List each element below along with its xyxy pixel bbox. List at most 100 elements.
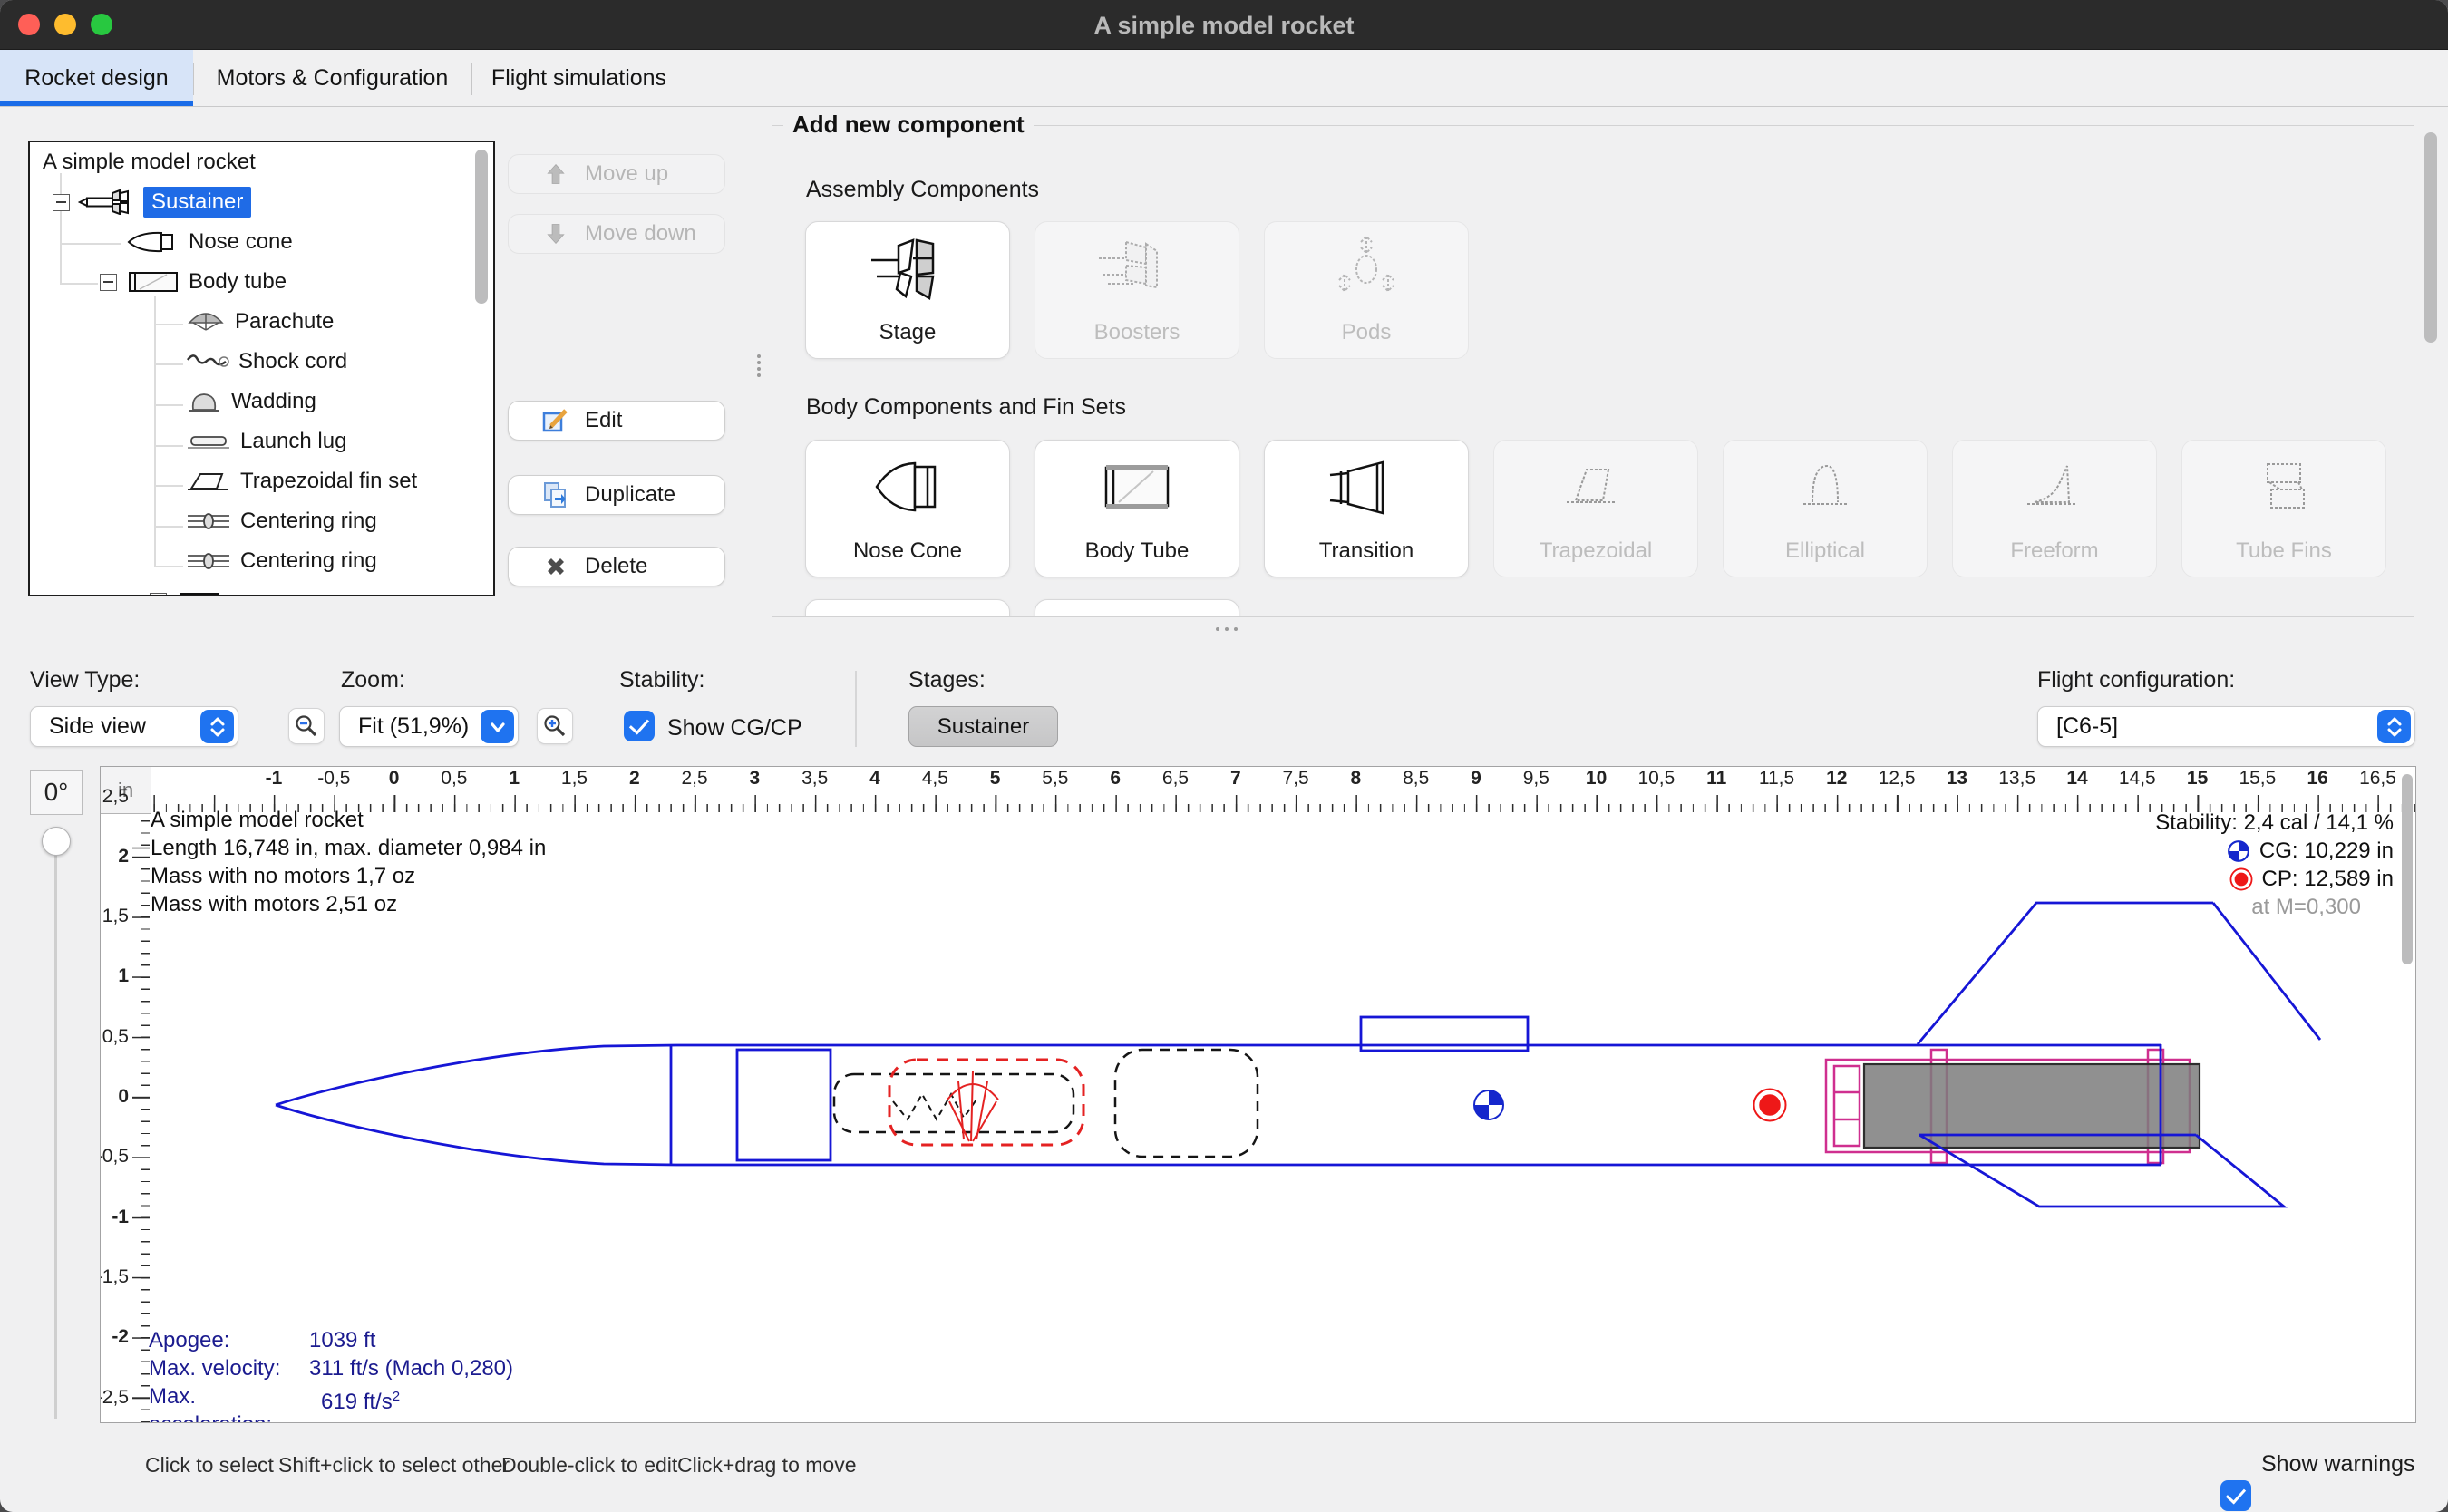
stage-sustainer-toggle[interactable]: Sustainer: [908, 706, 1058, 747]
body-components-heading: Body Components and Fin Sets: [806, 394, 1126, 421]
add-tube-fins-button[interactable]: Tube Fins: [2181, 440, 2386, 577]
expand-toggle-icon[interactable]: [150, 593, 167, 597]
tree-item-wadding[interactable]: Wadding: [30, 382, 493, 422]
component-button-label: Body Tube: [1085, 538, 1190, 564]
tree-scrollbar[interactable]: [475, 150, 488, 304]
tab-rocket-design[interactable]: Rocket design: [0, 50, 193, 106]
button-label: Edit: [585, 408, 622, 433]
delete-button[interactable]: Delete: [508, 547, 725, 586]
shock-cord-line: [893, 1094, 976, 1119]
edit-pencil-icon: [541, 406, 570, 435]
zoom-in-button[interactable]: [537, 708, 573, 744]
tree-item-label: Centering ring: [240, 548, 377, 574]
duplicate-pages-icon: [541, 480, 570, 509]
component-button-label: Tube Fins: [2236, 538, 2332, 564]
tab-label: Motors & Configuration: [217, 65, 449, 92]
launch-lug-icon: [186, 431, 231, 451]
move-up-button[interactable]: Move up: [508, 154, 725, 194]
cg-line: CG: 10,229 in: [2155, 837, 2394, 865]
tree-item-trapezoidal-fin-set[interactable]: Trapezoidal fin set: [30, 461, 493, 501]
add-freeform-button[interactable]: Freeform: [1952, 440, 2157, 577]
airframe-outline: [276, 903, 2320, 1207]
rocket-dimensions-line: Length 16,748 in, max. diameter 0,984 in: [151, 834, 546, 862]
tree-item-parachute[interactable]: Parachute: [30, 302, 493, 342]
window-scrollbar[interactable]: [2424, 132, 2437, 343]
view-type-select[interactable]: Side view: [30, 706, 238, 747]
tree-item-label: Body tube: [189, 269, 287, 295]
chevron-up-down-icon: [2377, 710, 2411, 743]
rocket-canvas[interactable]: in -1-0,500,511,522,533,544,555,566,577,…: [100, 766, 2416, 1423]
delete-x-icon: [541, 552, 570, 581]
component-button-label: Stage: [879, 320, 937, 345]
add-component-button-clipped[interactable]: [805, 599, 1010, 617]
body-tube-icon: [127, 270, 180, 294]
add-boosters-button[interactable]: Boosters: [1035, 221, 1239, 359]
add-component-panel: Assembly Components Stage Boosters: [772, 125, 2414, 617]
collapse-toggle-icon[interactable]: [100, 274, 117, 291]
tree-item-body-tube[interactable]: Body tube: [30, 262, 493, 302]
show-cgcp-checkbox[interactable]: [624, 711, 655, 741]
flight-config-select[interactable]: [C6-5]: [2037, 706, 2415, 747]
tree-item-label: Nose cone: [189, 229, 293, 255]
add-nose-cone-button[interactable]: Nose Cone: [805, 440, 1010, 577]
tree-item-shock-cord[interactable]: Shock cord: [30, 342, 493, 382]
add-component-title: Add new component: [783, 111, 1034, 139]
zoom-value: Fit (51,9%): [358, 713, 469, 740]
tree-item-rocket-root[interactable]: A simple model rocket: [30, 142, 493, 182]
arrow-down-icon: [541, 219, 570, 248]
button-label: Duplicate: [585, 482, 675, 508]
canvas-scrollbar[interactable]: [2402, 774, 2413, 964]
duplicate-button[interactable]: Duplicate: [508, 475, 725, 515]
tree-item-partial[interactable]: [30, 581, 493, 596]
view-type-value: Side view: [49, 713, 146, 740]
rotation-slider-track[interactable]: [54, 838, 57, 1419]
tree-item-centering-ring-2[interactable]: Centering ring: [30, 541, 493, 581]
rotation-slider-thumb[interactable]: [42, 827, 71, 856]
apogee-line: Apogee:1039 ft: [149, 1326, 513, 1354]
add-trapezoidal-button[interactable]: Trapezoidal: [1493, 440, 1698, 577]
tree-item-nose-cone[interactable]: Nose cone: [30, 222, 493, 262]
button-label: Delete: [585, 554, 647, 579]
trapezoidal-fin-icon: [186, 470, 231, 492]
add-body-tube-button[interactable]: Body Tube: [1035, 440, 1239, 577]
flight-config-value: [C6-5]: [2056, 713, 2118, 740]
rocket-mass-empty-line: Mass with no motors 1,7 oz: [151, 862, 546, 890]
hint-click-select: Click to select: [145, 1453, 274, 1478]
toggle-label: Sustainer: [937, 714, 1029, 740]
max-acceleration-line: Max. acceleration: 619 ft/s2: [149, 1382, 513, 1423]
vertical-splitter-handle[interactable]: [757, 352, 761, 380]
tree-item-label: Parachute: [235, 309, 334, 334]
add-stage-button[interactable]: Stage: [805, 221, 1010, 359]
inner-tube-icon: [177, 590, 222, 596]
component-button-label: Nose Cone: [853, 538, 962, 564]
tab-flight-simulations[interactable]: Flight simulations: [472, 50, 685, 106]
add-transition-button[interactable]: Transition: [1264, 440, 1469, 577]
add-elliptical-button[interactable]: Elliptical: [1723, 440, 1928, 577]
tab-label: Flight simulations: [491, 65, 666, 92]
wadding-outline: [1115, 1050, 1258, 1157]
nose-cone-icon: [127, 230, 180, 254]
show-warnings-checkbox[interactable]: [2220, 1480, 2251, 1511]
collapse-toggle-icon[interactable]: [53, 194, 70, 211]
tab-motors-configuration[interactable]: Motors & Configuration: [194, 50, 471, 106]
cp-icon: [2229, 867, 2253, 891]
tree-item-label: Centering ring: [240, 509, 377, 534]
tree-item-launch-lug[interactable]: Launch lug: [30, 422, 493, 461]
component-button-label: Elliptical: [1785, 538, 1865, 564]
selected-tab-underline: [0, 101, 193, 106]
horizontal-splitter-handle[interactable]: [1213, 627, 1240, 631]
add-component-button-clipped[interactable]: [1035, 599, 1239, 617]
zoom-select[interactable]: Fit (51,9%): [339, 706, 519, 747]
stages-label: Stages:: [908, 667, 986, 694]
tab-label: Rocket design: [24, 65, 168, 92]
titlebar: A simple model rocket: [0, 0, 2448, 50]
edit-button[interactable]: Edit: [508, 401, 725, 441]
add-pods-button[interactable]: Pods: [1264, 221, 1469, 359]
tree-item-sustainer[interactable]: Sustainer: [30, 182, 493, 222]
zoom-out-button[interactable]: [288, 708, 325, 744]
show-cgcp-label: Show CG/CP: [667, 715, 802, 741]
magnifier-minus-icon: [294, 713, 319, 739]
tree-item-centering-ring-1[interactable]: Centering ring: [30, 501, 493, 541]
move-down-button[interactable]: Move down: [508, 214, 725, 254]
component-tree[interactable]: A simple model rocket Sustainer Nose con…: [28, 141, 495, 596]
